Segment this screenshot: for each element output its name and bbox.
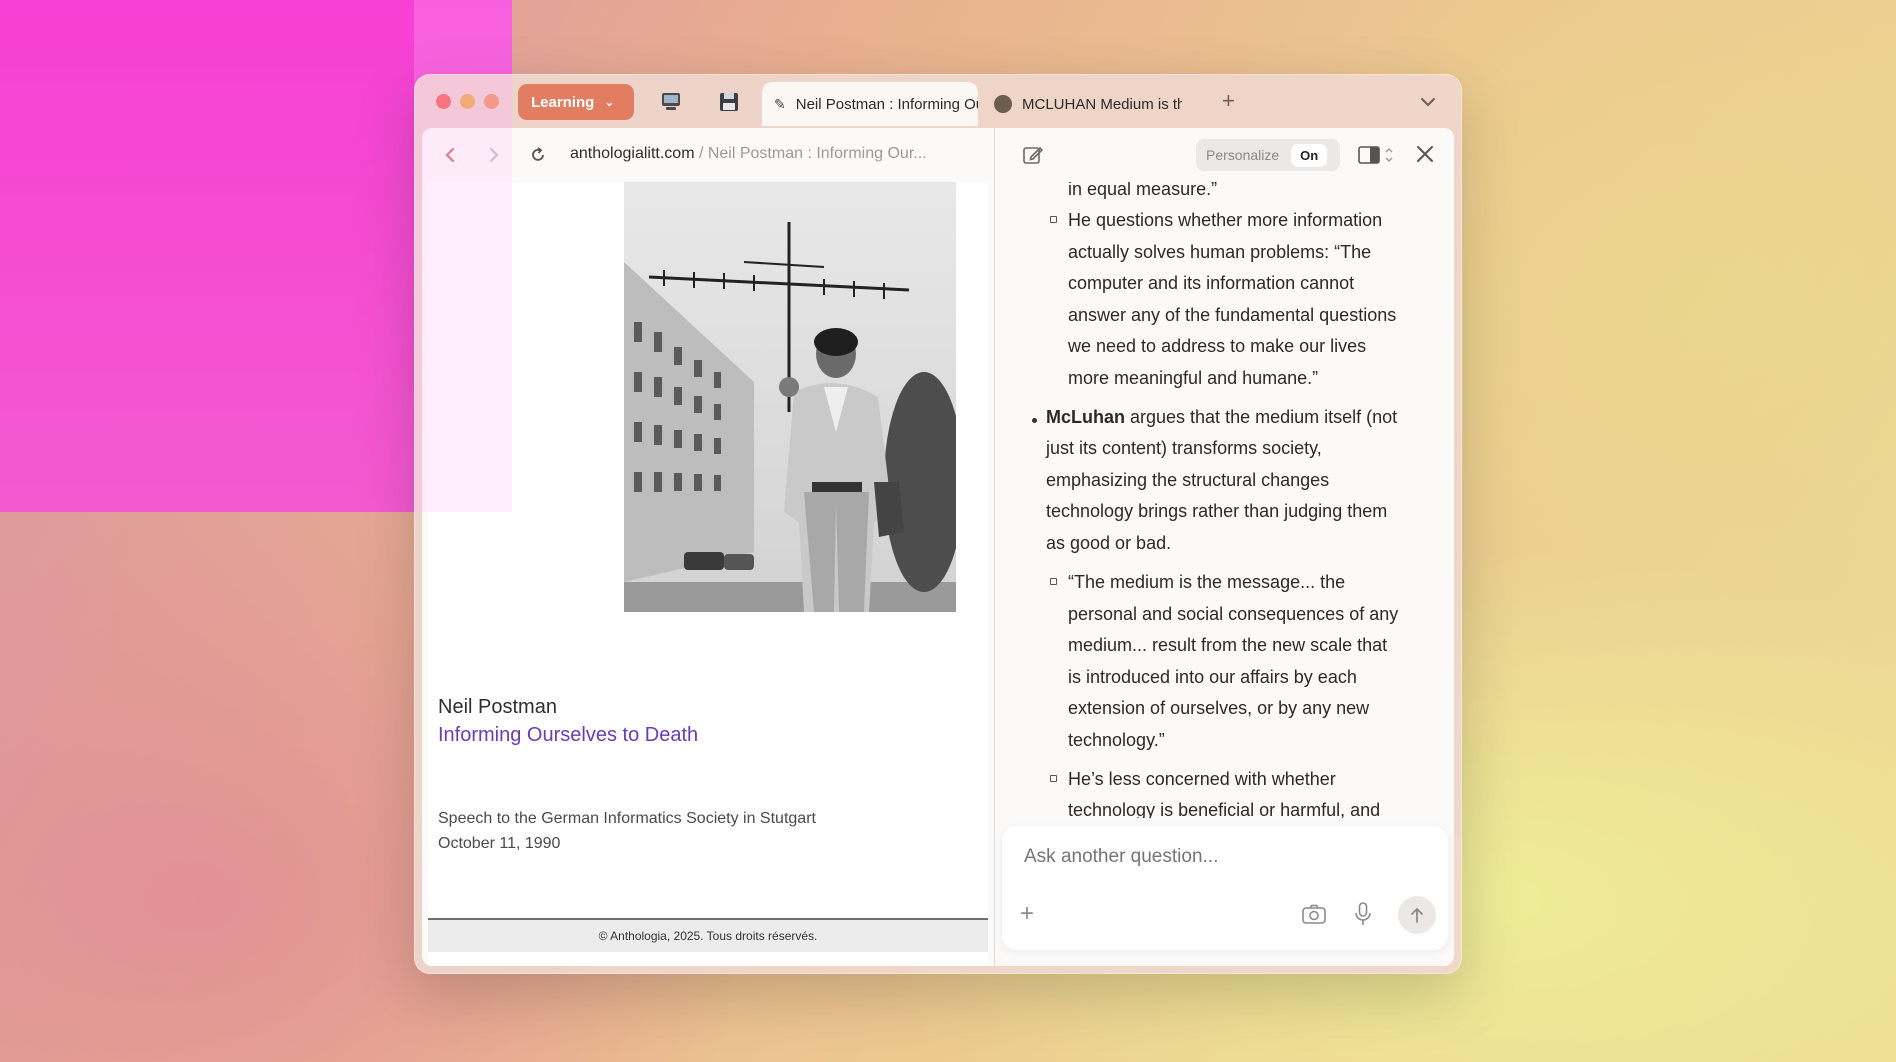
response-line: medium... result from the new scale that [1068,635,1388,655]
response-line: McLuhan argues that the medium itself (n… [1046,402,1397,434]
response-line: personal and social consequences of any [1068,604,1399,624]
response-line: just its content) transforms society, [1046,438,1322,458]
response-line: actually solves human problems: “The [1068,242,1372,262]
edit-icon[interactable] [1022,144,1044,166]
chevron-down-icon: ⌄ [604,95,615,109]
background-pink-overlay [414,0,512,512]
new-tab-button[interactable]: + [1222,88,1235,114]
ask-question-input[interactable] [1024,846,1424,868]
square-bullet-icon [1050,216,1057,223]
content-frame: anthologialitt.com / Neil Postman : Info… [422,128,1454,966]
response-line: as good or bad. [1046,533,1172,553]
response-line: more meaningful and humane.” [1068,368,1319,388]
square-bullet-icon [1050,775,1057,782]
space-label: Learning [531,93,595,111]
response-line: computer and its information cannot [1068,273,1355,293]
article-title-link[interactable]: Informing Ourselves to Death [438,724,698,747]
response-line: technology brings rather than judging th… [1046,501,1388,521]
tab-neil-postman[interactable]: ✎ Neil Postman : Informing Ourselves to … [762,82,978,126]
web-page: Neil Postman Informing Ourselves to Deat… [428,182,988,966]
page-footer: © Anthologia, 2025. Tous droits réservés… [428,920,988,952]
assistant-response: in equal measure.” He questions whether … [994,182,1454,818]
ask-question-box: + [1002,826,1448,950]
pinned-tab-floppy[interactable] [712,86,746,118]
browser-window: Learning ⌄ ✎ Neil Postman : Informing Ou… [414,74,1462,974]
computer-icon [662,93,680,110]
personalize-label: Personalize [1206,147,1280,163]
mcluhan-bold: McLuhan [1046,407,1125,427]
favicon-icon [994,95,1012,113]
close-icon[interactable] [1414,143,1436,165]
square-bullet-icon [1050,578,1057,585]
response-text: argues that the medium itself (not [1125,407,1398,427]
url-path: / Neil Postman : Informing Our... [694,145,927,162]
camera-icon[interactable] [1302,904,1326,924]
plus-icon[interactable]: + [1020,900,1034,928]
response-line: we need to address to make our lives [1068,336,1367,356]
floppy-disk-icon [720,93,738,111]
sidebar-icon[interactable] [1358,145,1394,165]
response-line: is introduced into our affairs by each [1068,667,1357,687]
url-domain: anthologialitt.com [570,145,695,162]
pen-icon: ✎ [774,95,786,112]
pinned-tab-computer[interactable] [654,86,688,118]
response-line: technology.” [1068,730,1165,750]
reload-button[interactable] [526,143,550,167]
space-selector-button[interactable]: Learning ⌄ [518,84,634,120]
microphone-icon[interactable] [1354,902,1372,926]
response-line: “The medium is the message... the [1068,572,1346,592]
response-line: in equal measure.” [1068,182,1218,199]
tab-mcluhan[interactable]: MCLUHAN Medium is the Message [982,82,1182,126]
response-line: technology is beneficial or harmful, and [1068,800,1381,818]
personalize-toggle[interactable]: Personalize On [1196,139,1340,171]
article-subtitle: Speech to the German Informatics Society… [438,806,816,856]
author-name: Neil Postman [438,696,557,718]
speech-date: October 11, 1990 [438,835,561,852]
tab-bar: Learning ⌄ ✎ Neil Postman : Informing Ou… [414,74,1462,128]
response-line: emphasizing the structural changes [1046,470,1330,490]
response-line: extension of ourselves, or by any new [1068,698,1370,718]
url-field[interactable]: anthologialitt.com / Neil Postman : Info… [570,145,970,163]
response-line: He’s less concerned with whether [1068,769,1336,789]
chevron-down-icon[interactable] [1418,92,1438,112]
response-line: answer any of the fundamental questions [1068,305,1397,325]
tab-title: Neil Postman : Informing Ourselves to De… [795,95,978,113]
neil-postman-photo [624,182,956,612]
send-arrow-icon [1411,907,1423,923]
tab-title: MCLUHAN Medium is the Message [1022,95,1182,113]
dot-bullet-icon [1032,418,1037,423]
speech-context: Speech to the German Informatics Society… [438,810,816,827]
assistant-header: Personalize On [994,128,1454,182]
toggle-state: On [1291,143,1328,167]
send-button[interactable] [1398,896,1436,934]
reload-icon [532,147,544,161]
response-line: He questions whether more information [1068,210,1383,230]
